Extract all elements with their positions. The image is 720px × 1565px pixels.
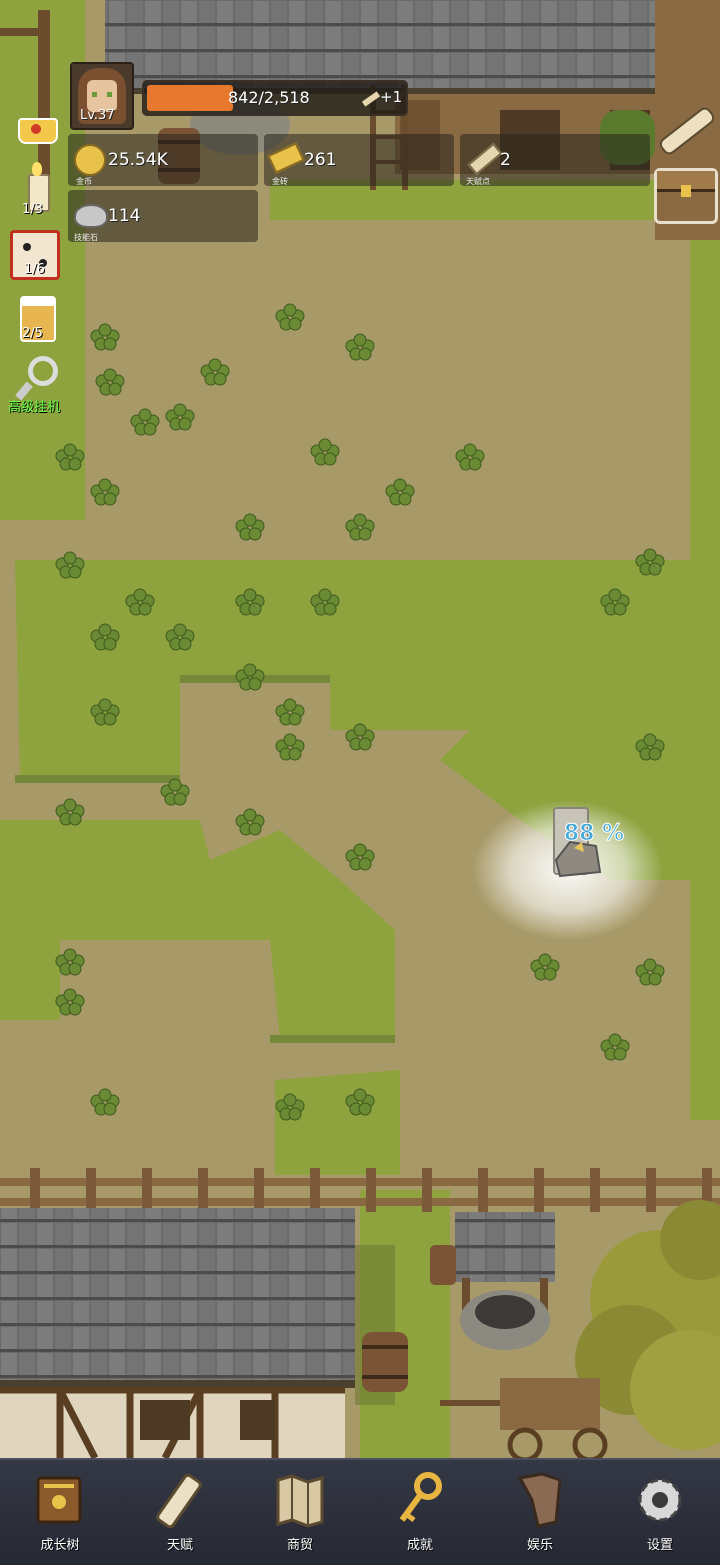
nav-growth-tree[interactable]: 成长树 bbox=[10, 1460, 110, 1565]
fence-post bbox=[478, 1168, 488, 1212]
book-icon bbox=[32, 1470, 88, 1530]
beer-button[interactable]: 2/5 bbox=[16, 292, 60, 348]
gold-coin-icon bbox=[74, 144, 106, 176]
chest-lock bbox=[681, 185, 691, 197]
mining-percent: 88 % bbox=[564, 821, 624, 846]
advanced-idle-label: 高级挂机 bbox=[8, 400, 61, 415]
nav-label: 成就 bbox=[406, 1538, 433, 1553]
skill-stone-value: 114 bbox=[108, 206, 141, 226]
exp-bar-fill bbox=[147, 85, 233, 111]
gear-icon bbox=[632, 1470, 688, 1530]
nav-label: 娱乐 bbox=[526, 1538, 553, 1553]
fence-post bbox=[646, 1168, 656, 1212]
advanced-idle-button[interactable]: 高级挂机 bbox=[4, 352, 76, 416]
resource-skill-stone[interactable]: 114 技能石 bbox=[68, 190, 258, 242]
map-icon bbox=[272, 1470, 328, 1530]
nav-label: 设置 bbox=[646, 1538, 673, 1553]
skill-stone-label: 技能石 bbox=[74, 233, 98, 242]
nav-label: 天赋 bbox=[166, 1538, 193, 1553]
dice-button[interactable]: 1/6 bbox=[10, 230, 64, 284]
resource-gold-brick[interactable]: 261 金砖 bbox=[264, 134, 454, 186]
fence-post bbox=[422, 1168, 432, 1212]
dice-pip bbox=[23, 243, 31, 251]
skill-stone-icon bbox=[74, 204, 108, 228]
candle-flame-icon bbox=[32, 162, 42, 176]
exp-bonus: +1 bbox=[380, 88, 403, 106]
exp-bar-text: 842/2,518 bbox=[228, 88, 310, 107]
cloth-icon bbox=[512, 1470, 568, 1530]
talent-scroll-icon bbox=[467, 142, 503, 176]
fence-post bbox=[198, 1168, 208, 1212]
nav-trade[interactable]: 商贸 bbox=[250, 1460, 350, 1565]
fence-post bbox=[142, 1168, 152, 1212]
bottom-nav: 成长树 天赋 商贸 成就 娱乐 设置 bbox=[0, 1458, 720, 1565]
nav-settings[interactable]: 设置 bbox=[610, 1460, 710, 1565]
nav-label: 成长树 bbox=[40, 1538, 80, 1553]
scroll-icon bbox=[152, 1470, 208, 1530]
treasure-chest-button[interactable] bbox=[654, 168, 718, 224]
resource-gold[interactable]: 25.54K 金币 bbox=[68, 134, 258, 186]
fence-post bbox=[310, 1168, 320, 1212]
crown-gem-icon bbox=[31, 124, 41, 134]
fence-post bbox=[534, 1168, 544, 1212]
player-level: Lv.37 bbox=[80, 108, 115, 123]
fence-post bbox=[366, 1168, 376, 1212]
gold-value: 25.54K bbox=[108, 150, 168, 170]
talent-label: 天赋点 bbox=[466, 177, 490, 186]
gold-brick-icon bbox=[267, 142, 305, 174]
nav-talent[interactable]: 天赋 bbox=[130, 1460, 230, 1565]
fence-post bbox=[86, 1168, 96, 1212]
crown-button[interactable] bbox=[14, 108, 58, 144]
wind-up-key-icon bbox=[28, 356, 58, 386]
wooden-beam bbox=[0, 28, 50, 36]
fence-post bbox=[590, 1168, 600, 1212]
gold-brick-value: 261 bbox=[304, 150, 337, 170]
gold-brick-label: 金砖 bbox=[272, 177, 288, 186]
candle-count: 1/3 bbox=[22, 202, 43, 217]
dice-count: 1/6 bbox=[24, 262, 45, 277]
scroll-icon bbox=[361, 91, 381, 107]
beer-foam bbox=[20, 296, 56, 306]
barrel bbox=[362, 1332, 408, 1392]
exp-bar: 842/2,518 +1 bbox=[142, 80, 408, 116]
nav-label: 商贸 bbox=[286, 1538, 313, 1553]
nav-achievement[interactable]: 成就 bbox=[370, 1460, 470, 1565]
fence-post bbox=[30, 1168, 40, 1212]
beer-count: 2/5 bbox=[22, 326, 43, 341]
key-icon bbox=[392, 1470, 448, 1530]
nav-entertainment[interactable]: 娱乐 bbox=[490, 1460, 590, 1565]
gold-label: 金币 bbox=[76, 177, 92, 186]
candle-button[interactable]: 1/3 bbox=[18, 162, 58, 222]
resource-talent[interactable]: 2 天赋点 bbox=[460, 134, 650, 186]
avatar-eyes bbox=[92, 92, 112, 97]
bottom-house bbox=[0, 1208, 395, 1458]
talent-value: 2 bbox=[500, 150, 511, 170]
fence-post bbox=[254, 1168, 264, 1212]
mining-spot[interactable]: 88 % bbox=[473, 800, 663, 940]
